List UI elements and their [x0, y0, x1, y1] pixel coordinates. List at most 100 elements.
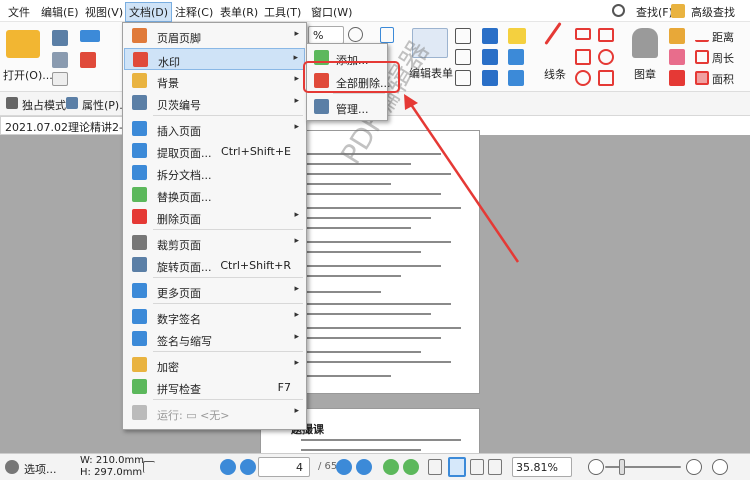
- menu-item-label: 背景: [157, 77, 179, 90]
- circle-icon[interactable]: [598, 49, 614, 65]
- last-page-button[interactable]: [356, 459, 372, 475]
- shortcut-text: Ctrl+Shift+E: [221, 145, 291, 158]
- open-folder-icon[interactable]: [6, 30, 40, 58]
- menu-item-insert-pages[interactable]: 插入页面 ▸: [124, 118, 305, 140]
- menu-item-replace-pages[interactable]: 替换页面...: [124, 184, 305, 206]
- previous-page-button[interactable]: [240, 459, 256, 475]
- exclusive-mode-button[interactable]: 独占模式: [22, 97, 66, 113]
- menu-comment[interactable]: 注释(C): [172, 3, 216, 21]
- document-tab[interactable]: 2021.07.02理论精讲2-职业兴: [0, 116, 125, 135]
- menu-item-bates-number[interactable]: 贝茨编号 ▸: [124, 92, 305, 114]
- menu-item-run[interactable]: 运行: ▭ <无> ▸: [124, 402, 305, 424]
- menu-item-more-pages[interactable]: 更多页面 ▸: [124, 280, 305, 302]
- menu-item-label: 拼写检查: [157, 383, 201, 396]
- print-icon[interactable]: [52, 52, 68, 68]
- cloud-icon[interactable]: [80, 30, 100, 42]
- first-page-button[interactable]: [220, 459, 236, 475]
- rectangle-icon[interactable]: [575, 49, 591, 65]
- back-button[interactable]: [383, 459, 399, 475]
- menu-item-label: 加密: [157, 361, 179, 374]
- highlight-icon[interactable]: [669, 70, 685, 86]
- arrow-shape-icon[interactable]: [575, 28, 591, 40]
- textbox-icon[interactable]: [482, 49, 498, 65]
- perimeter-button[interactable]: 周长: [712, 50, 734, 66]
- pencil-icon[interactable]: [669, 28, 685, 44]
- zoom-in-icon[interactable]: [348, 27, 363, 42]
- page-icon[interactable]: [52, 72, 68, 86]
- menu-item-digital-signature[interactable]: 数字签名 ▸: [124, 306, 305, 328]
- callout-icon[interactable]: [482, 70, 498, 86]
- stamp-icon[interactable]: [632, 28, 658, 58]
- save-icon[interactable]: [52, 30, 68, 46]
- stamp-button[interactable]: 图章: [634, 66, 656, 82]
- menu-item-label: 替换页面...: [157, 191, 212, 204]
- line-icon[interactable]: [544, 21, 562, 46]
- open-button[interactable]: 打开(O)...: [3, 67, 53, 83]
- zoom-slider[interactable]: [605, 466, 681, 468]
- manage-watermarks-icon: [314, 99, 329, 114]
- menu-item-background[interactable]: 背景 ▸: [124, 70, 305, 92]
- rotate-pages-icon: [132, 257, 147, 272]
- page-height: H: 297.0mm: [80, 467, 143, 478]
- line-button[interactable]: 线条: [544, 66, 566, 82]
- zoom-in-button[interactable]: [686, 459, 702, 475]
- polyline-icon[interactable]: [598, 28, 614, 42]
- menu-separator: [333, 93, 385, 94]
- menu-document[interactable]: 文档(D): [125, 2, 173, 22]
- eraser-icon[interactable]: [669, 49, 685, 65]
- menu-form[interactable]: 表单(R): [217, 3, 261, 21]
- highlight-box: [303, 61, 400, 93]
- text-field-icon[interactable]: [455, 28, 471, 44]
- more-pages-icon: [132, 283, 147, 298]
- options-button[interactable]: 选项...: [24, 461, 57, 477]
- menu-file[interactable]: 文件: [5, 3, 33, 21]
- menu-item-watermark[interactable]: 水印 ▸: [124, 48, 305, 70]
- list-box-icon[interactable]: [455, 49, 471, 65]
- menu-edit[interactable]: 编辑(E): [38, 3, 82, 21]
- encrypt-icon: [132, 357, 147, 372]
- find-button[interactable]: 查找(F): [633, 3, 676, 21]
- shortcut-text: F7: [277, 381, 291, 394]
- menu-tools[interactable]: 工具(T): [261, 3, 304, 21]
- forward-button[interactable]: [403, 459, 419, 475]
- zoom-slider-thumb[interactable]: [619, 459, 625, 475]
- zoom-out-button[interactable]: [588, 459, 604, 475]
- next-page-button[interactable]: [336, 459, 352, 475]
- menu-item-signature-initials[interactable]: 签名与缩写 ▸: [124, 328, 305, 350]
- menu-item-rotate-pages[interactable]: 旋转页面... Ctrl+Shift+R: [124, 254, 305, 276]
- distance-button[interactable]: 距离: [712, 29, 734, 45]
- facing-page-icon[interactable]: [470, 459, 484, 475]
- fit-page-button[interactable]: [712, 459, 728, 475]
- menu-item-split-document[interactable]: 拆分文档...: [124, 162, 305, 184]
- menu-item-label: 拆分文档...: [157, 169, 212, 182]
- menu-item-crop-pages[interactable]: 裁剪页面 ▸: [124, 232, 305, 254]
- area-button[interactable]: 面积: [712, 71, 734, 87]
- note-icon[interactable]: [508, 28, 526, 44]
- submenu-item-manage-watermarks[interactable]: 管理...: [308, 96, 386, 118]
- single-page-icon[interactable]: [428, 459, 442, 475]
- menu-item-spell-check[interactable]: 拼写检查 F7: [124, 376, 305, 398]
- menu-item-extract-pages[interactable]: 提取页面... Ctrl+Shift+E: [124, 140, 305, 162]
- sound-icon[interactable]: [508, 70, 524, 86]
- header-footer-icon: [132, 28, 147, 43]
- attachment-icon[interactable]: [508, 49, 524, 65]
- menu-item-delete-pages[interactable]: 删除页面 ▸: [124, 206, 305, 228]
- menu-window[interactable]: 窗口(W): [308, 3, 355, 21]
- distance-icon: [695, 30, 709, 42]
- polygon-icon[interactable]: [598, 70, 614, 86]
- continuous-page-icon[interactable]: [448, 457, 466, 477]
- continuous-facing-icon[interactable]: [488, 459, 502, 475]
- menu-item-header-footer[interactable]: 页眉页脚 ▸: [124, 25, 305, 47]
- typewriter-icon[interactable]: [482, 28, 498, 44]
- pdf-icon[interactable]: [80, 52, 96, 68]
- menu-item-label: 数字签名: [157, 313, 201, 326]
- menu-item-encrypt[interactable]: 加密 ▸: [124, 354, 305, 376]
- submenu-arrow-icon: ▸: [294, 332, 299, 342]
- select-tool-icon[interactable]: [380, 27, 394, 43]
- ellipse-icon[interactable]: [575, 70, 591, 86]
- combo-box-icon[interactable]: [455, 70, 471, 86]
- gear-icon[interactable]: [5, 460, 19, 474]
- advanced-find-button[interactable]: 高级查找: [688, 3, 738, 21]
- menu-item-label: 页眉页脚: [157, 32, 201, 45]
- menu-view[interactable]: 视图(V): [82, 3, 126, 21]
